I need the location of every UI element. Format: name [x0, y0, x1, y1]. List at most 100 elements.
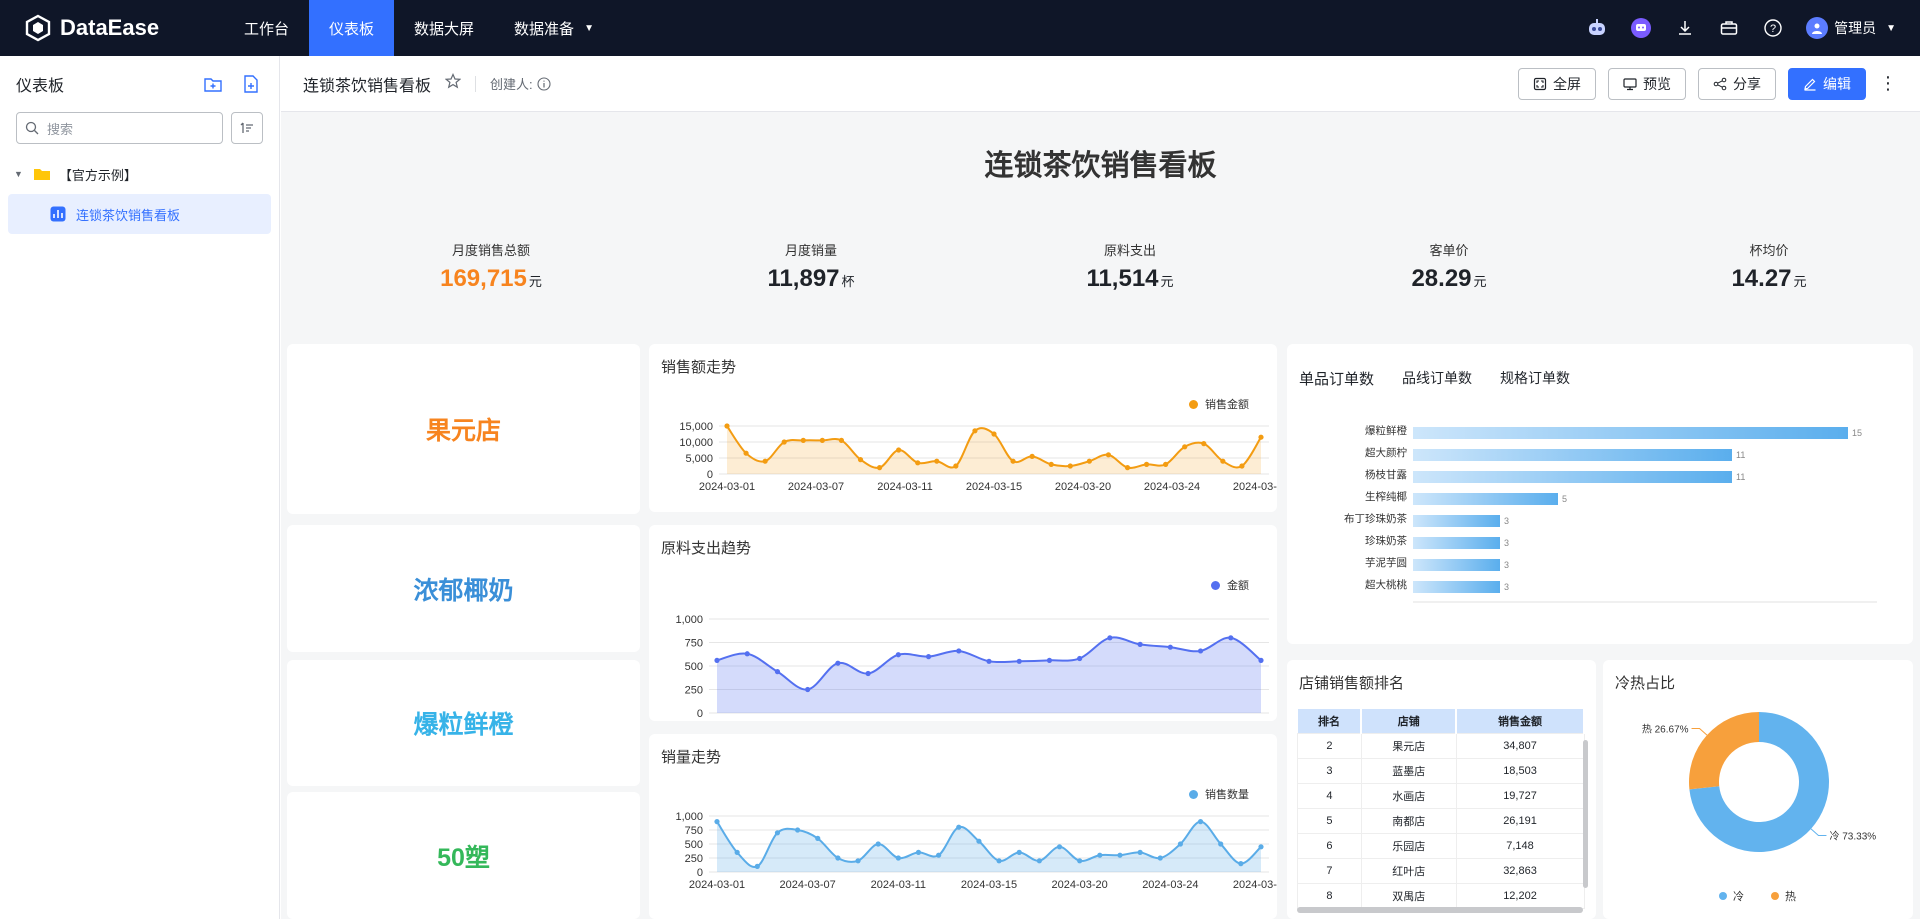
more-icon[interactable]: ⋮	[1878, 73, 1898, 94]
col-rank[interactable]: 排名	[1297, 709, 1363, 733]
horizontal-scrollbar[interactable]	[1297, 907, 1583, 913]
table-row[interactable]: 2 果元店 34,807	[1297, 732, 1585, 759]
x-tick-label: 2024-03-01	[689, 720, 745, 721]
data-point	[986, 658, 992, 664]
share-button[interactable]: 分享	[1698, 67, 1776, 100]
table-cell: 34,807	[1455, 732, 1585, 759]
star-icon[interactable]	[444, 73, 462, 94]
nav-item-label: 数据大屏	[414, 20, 475, 38]
data-point	[976, 838, 982, 844]
data-point	[1077, 655, 1083, 662]
col-amount[interactable]: 销售金额	[1456, 709, 1585, 733]
app-logo[interactable]: DataEase	[24, 14, 224, 42]
table-cell: 7,148	[1455, 832, 1585, 859]
kpi-label: 月度销售总额	[451, 243, 530, 258]
edit-label: 编辑	[1823, 75, 1851, 92]
new-dashboard-icon[interactable]	[239, 72, 263, 96]
bar-value-label: 11	[1736, 450, 1745, 460]
legend-label: 热	[1785, 890, 1796, 903]
download-icon[interactable]	[1674, 17, 1696, 39]
data-point	[714, 657, 720, 663]
data-point	[800, 437, 806, 443]
briefcase-icon[interactable]	[1718, 17, 1740, 39]
dashboard-title: 连锁茶饮销售看板	[984, 150, 1217, 182]
table-row[interactable]: 6 乐园店 7,148	[1297, 832, 1585, 859]
store-card: 50塑	[287, 792, 640, 919]
user-menu[interactable]: 管理员 ▼	[1806, 17, 1896, 39]
col-store[interactable]: 店铺	[1361, 709, 1458, 733]
main-nav: 工作台 仪表板 数据大屏 数据准备 ▼	[224, 0, 614, 56]
data-point	[855, 858, 861, 864]
search-input[interactable]: 搜索	[16, 112, 223, 144]
data-point	[805, 686, 811, 693]
data-point	[1010, 458, 1016, 464]
new-folder-icon[interactable]	[201, 72, 225, 96]
data-point	[972, 428, 978, 434]
data-point	[838, 437, 845, 443]
legend-label: 冷	[1733, 890, 1744, 903]
data-point	[762, 458, 768, 464]
kpi-value: 169,715	[440, 265, 527, 292]
x-tick-label: 2024-03-15	[961, 879, 1017, 891]
data-point	[1137, 849, 1143, 855]
kpi-unit: 元	[1160, 274, 1174, 289]
table-row[interactable]: 3 蓝墨店 18,503	[1297, 757, 1585, 784]
dashboard-icon	[50, 206, 66, 222]
kpi-card: 原料支出 11,514 元	[1020, 240, 1240, 293]
vertical-scrollbar[interactable]	[1583, 740, 1588, 888]
data-point	[1167, 644, 1173, 650]
store-card: 爆粒鲜橙	[287, 660, 640, 786]
x-tick-label: 2024-03-10	[870, 720, 926, 721]
table-row[interactable]: 4 水画店 19,727	[1297, 782, 1585, 809]
data-point	[794, 827, 801, 833]
data-point	[774, 830, 781, 836]
x-tick-label: 2024-03-01	[689, 879, 745, 891]
tree-folder-official[interactable]: ▼ 【官方示例】	[0, 154, 279, 194]
data-point	[1258, 844, 1264, 850]
bar-value-label: 3	[1504, 582, 1509, 592]
fullscreen-button[interactable]: 全屏	[1518, 67, 1596, 100]
help-icon[interactable]: ?	[1762, 17, 1784, 39]
data-point	[1218, 841, 1224, 847]
preview-button[interactable]: 预览	[1608, 67, 1686, 100]
label-leader-line	[1810, 828, 1827, 837]
nav-item-0[interactable]: 工作台	[224, 0, 309, 56]
table-row[interactable]: 5 南都店 26,191	[1297, 807, 1585, 834]
data-point	[1137, 641, 1143, 647]
temp-pie-chart: 冷 73.33% 热 26.67% 冷 热	[1642, 712, 1876, 903]
kpi-label: 月度销量	[784, 243, 837, 258]
sort-button[interactable]	[231, 112, 263, 144]
store-name: 爆粒鲜橙	[413, 711, 514, 739]
info-icon[interactable]	[537, 76, 551, 91]
data-point	[956, 648, 962, 654]
table-row[interactable]: 8 双禺店 12,202	[1297, 882, 1585, 909]
table-row[interactable]: 7 红叶店 32,863	[1297, 857, 1585, 884]
nav-item-3[interactable]: 数据准备 ▼	[494, 0, 614, 56]
chevron-down-icon: ▼	[1886, 22, 1896, 34]
data-point	[996, 858, 1002, 864]
robot-icon[interactable]	[1586, 17, 1608, 39]
data-point	[1177, 841, 1184, 847]
share-label: 分享	[1733, 75, 1761, 92]
nav-item-1[interactable]: 仪表板	[309, 0, 395, 56]
category-label: 爆粒鲜橙	[1365, 424, 1407, 437]
y-tick-label: 10,000	[679, 437, 713, 449]
edit-button[interactable]: 编辑	[1788, 67, 1866, 100]
data-point	[934, 458, 940, 464]
tree-item-label: 连锁茶饮销售看板	[76, 207, 181, 223]
data-point	[744, 651, 750, 657]
data-point	[1258, 657, 1264, 663]
table-cell: 4	[1297, 782, 1362, 809]
data-point	[835, 660, 841, 666]
kpi-unit: 杯	[841, 274, 855, 289]
x-tick-label: 2024-03-15	[966, 481, 1022, 493]
user-name: 管理员	[1834, 20, 1877, 36]
ai-assistant-icon[interactable]	[1630, 17, 1652, 39]
table-cell: 8	[1297, 882, 1362, 909]
avatar	[1806, 17, 1829, 39]
divider	[475, 75, 477, 92]
nav-item-2[interactable]: 数据大屏	[394, 0, 494, 56]
tree-item-dashboard[interactable]: 连锁茶饮销售看板	[8, 194, 271, 234]
y-tick-label: 250	[685, 685, 703, 697]
store-card: 果元店	[287, 344, 640, 514]
